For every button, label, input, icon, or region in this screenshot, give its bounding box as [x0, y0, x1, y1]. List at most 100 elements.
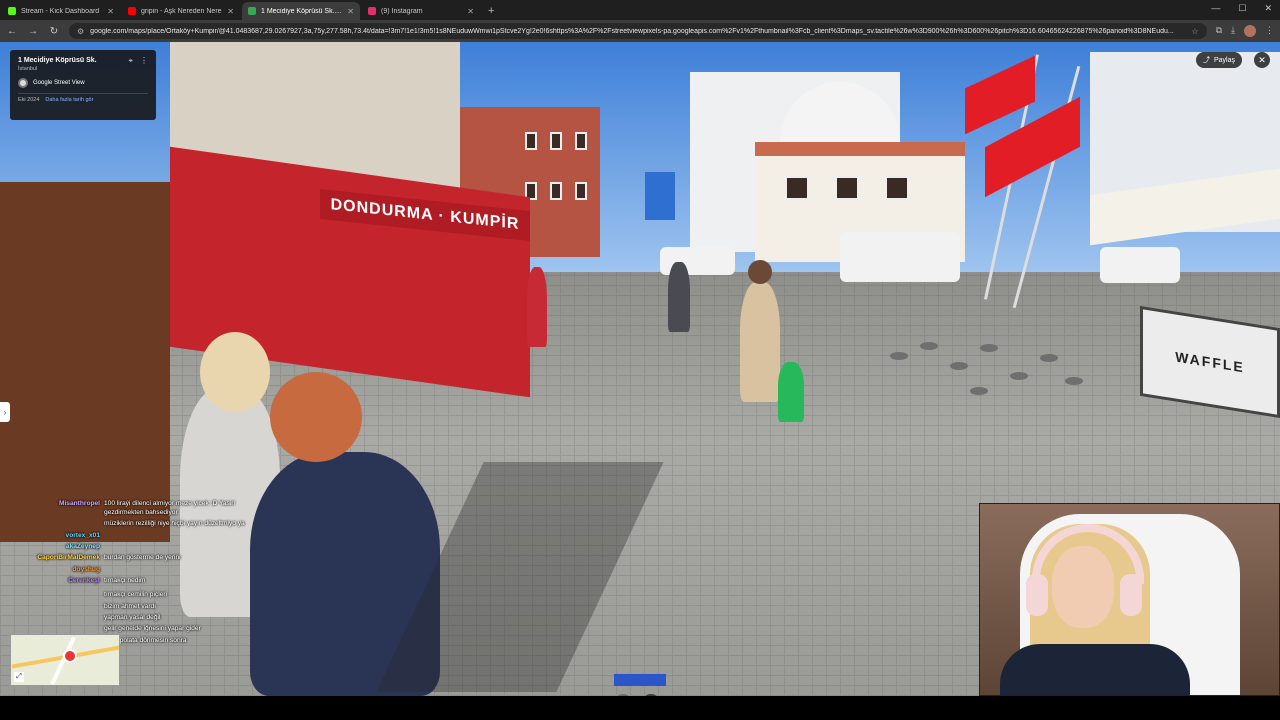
headphone-earcup	[1120, 574, 1142, 616]
tab-title: (9) Instagram	[381, 7, 423, 15]
headphone-earcup	[1026, 574, 1048, 616]
chat-text: dilan polata dönmesin sonra	[104, 636, 187, 644]
window-controls: — ☐ ✕	[1211, 3, 1272, 14]
chat-message: bizim ahmet vardı	[30, 603, 270, 612]
pigeon-flock	[880, 332, 1100, 412]
child	[778, 362, 804, 422]
street-view-icon	[18, 78, 28, 88]
bottom-bar	[0, 696, 1280, 720]
chat-text	[104, 543, 270, 552]
more-dates-link[interactable]: Daha fazla tarih gör	[45, 97, 93, 103]
chat-username[interactable]	[30, 614, 100, 623]
new-tab-button[interactable]: +	[488, 2, 494, 20]
blonde-head	[200, 332, 270, 412]
chat-username[interactable]	[30, 625, 100, 634]
close-street-view-button[interactable]: ✕	[1254, 52, 1270, 68]
toolbar-icons: ⧉ ⤓ ⋮	[1216, 25, 1274, 37]
white-van	[1100, 247, 1180, 283]
chat-username[interactable]: vortex_x01	[30, 532, 100, 541]
street-view-source: Google Street View	[18, 78, 148, 88]
address-bar[interactable]: ⚙ google.com/maps/place/Ortaköy+Kumpir/@…	[69, 23, 1207, 39]
menu-icon[interactable]: ⋮	[1265, 25, 1274, 37]
minimize-icon[interactable]: —	[1211, 3, 1220, 14]
chat-text: müziklerin rezilliği niye hiçbi yayın dü…	[104, 520, 245, 528]
chat-username[interactable]: CaporiBirMalDemek	[30, 554, 100, 563]
chat-message: vortex_x01	[30, 532, 270, 541]
expand-map-icon[interactable]: ⤢	[14, 672, 24, 682]
browser-tab-4[interactable]: (9) Instagram ✕	[362, 2, 480, 20]
chat-username[interactable]: Misanthropel	[30, 500, 100, 518]
chat-username[interactable]: akaZeynep	[30, 543, 100, 552]
street-view-label: Google Street View	[33, 80, 85, 86]
stream-chat-overlay: Misanthropel 100 liraýi dilenci almiyor m…	[30, 500, 270, 648]
close-tab-icon[interactable]: ✕	[467, 7, 474, 16]
police-car	[840, 232, 960, 282]
browser-tab-2[interactable]: gripin - Aşk Nereden Nere ✕	[122, 2, 240, 20]
chat-message: CaporiBirMalDemek burdan gösterme de yeri…	[30, 554, 270, 563]
browser-toolbar: ← → ↻ ⚙ google.com/maps/place/Ortaköy+Ku…	[0, 20, 1280, 42]
browser-tab-1[interactable]: Stream - Kick Dashboard ✕	[2, 2, 120, 20]
chat-message: Cerenkeşt tırnakçı nedim	[30, 577, 270, 586]
maximize-icon[interactable]: ☐	[1238, 3, 1246, 14]
chat-text: bizim ahmet vardı	[104, 602, 157, 610]
pedestrian	[740, 282, 780, 402]
streamer-webcam	[979, 503, 1280, 696]
pin-icon[interactable]: ⌖	[128, 56, 133, 66]
waffle-sign-text: WAFFLE	[1175, 348, 1245, 376]
kick-icon	[8, 7, 16, 15]
youtube-icon	[128, 7, 136, 15]
more-options-icon[interactable]: ⋮	[140, 56, 148, 66]
bookmark-star-icon[interactable]: ☆	[1191, 27, 1198, 36]
reload-icon[interactable]: ↻	[48, 26, 60, 37]
forward-icon[interactable]: →	[27, 26, 39, 37]
snack-shop	[0, 182, 170, 542]
chat-text: gelir geneide iğnesini yapar gider	[104, 625, 201, 633]
location-card: ⌖ ⋮ 1 Mecidiye Köprüsü Sk. İstanbul Goog…	[10, 50, 156, 120]
divider	[18, 93, 148, 94]
share-icon: ⤴	[1203, 57, 1210, 64]
instagram-icon	[368, 7, 376, 15]
chat-text: tırnakçı nedim	[104, 577, 146, 585]
close-tab-icon[interactable]: ✕	[227, 7, 234, 16]
chat-username[interactable]	[30, 591, 100, 600]
chat-username[interactable]	[30, 603, 100, 612]
chat-username[interactable]	[30, 520, 100, 529]
tab-title: Stream - Kick Dashboard	[21, 7, 100, 15]
chat-text: 100 liraýi dilenci almiyor meze yicek :D…	[104, 500, 235, 516]
chat-message: doyshug	[30, 566, 270, 575]
maps-icon	[248, 7, 256, 15]
chat-message: yapman yasal değil	[30, 614, 270, 623]
browser-tab-3[interactable]: 1 Mecidiye Köprüsü Sk. - Goo ✕	[242, 2, 360, 20]
blue-sign	[645, 172, 675, 220]
url-text[interactable]: google.com/maps/place/Ortaköy+Kumpir/@41…	[90, 28, 1185, 35]
chat-text: burdan gösterme de yerini	[104, 554, 181, 562]
tab-title: gripin - Aşk Nereden Nere	[141, 7, 222, 15]
share-button[interactable]: ⤴ Paylaş	[1196, 52, 1243, 68]
downloads-icon[interactable]: ⤓	[1231, 25, 1235, 37]
pan-left-button[interactable]: ›	[0, 402, 10, 422]
chat-text	[104, 566, 270, 575]
site-info-icon[interactable]: ⚙	[77, 27, 84, 36]
pedestrian	[668, 262, 690, 332]
browser-tab-bar: Stream - Kick Dashboard ✕ gripin - Aşk N…	[0, 0, 1280, 20]
tab-title: 1 Mecidiye Köprüsü Sk. - Goo	[261, 7, 342, 15]
close-tab-icon[interactable]: ✕	[107, 7, 114, 16]
extensions-icon[interactable]: ⧉	[1216, 25, 1222, 37]
chat-message: gelir geneide iğnesini yapar gider	[30, 625, 270, 634]
chat-username[interactable]: doyshug	[30, 566, 100, 575]
back-icon[interactable]: ←	[6, 26, 18, 37]
capture-date-row: Eki 2024 Daha fazla tarih gör	[18, 97, 148, 103]
close-window-icon[interactable]: ✕	[1264, 3, 1272, 14]
close-tab-icon[interactable]: ✕	[347, 7, 354, 16]
progress-indicator	[614, 674, 666, 686]
pedestrian	[527, 267, 547, 347]
chat-username[interactable]: Cerenkeşt	[30, 577, 100, 586]
location-subtitle: İstanbul	[18, 66, 38, 72]
profile-avatar[interactable]	[1244, 25, 1256, 37]
minimap[interactable]: ⤢	[10, 634, 120, 686]
chat-message: Misanthropel 100 liraýi dilenci almiyor m…	[30, 500, 270, 518]
chat-message: tırnakçı cemilin piçleri	[30, 591, 270, 600]
location-card-icons: ⌖ ⋮	[128, 56, 148, 66]
chat-text: yapman yasal değil	[104, 613, 161, 621]
chat-message: akaZeynep	[30, 543, 270, 552]
